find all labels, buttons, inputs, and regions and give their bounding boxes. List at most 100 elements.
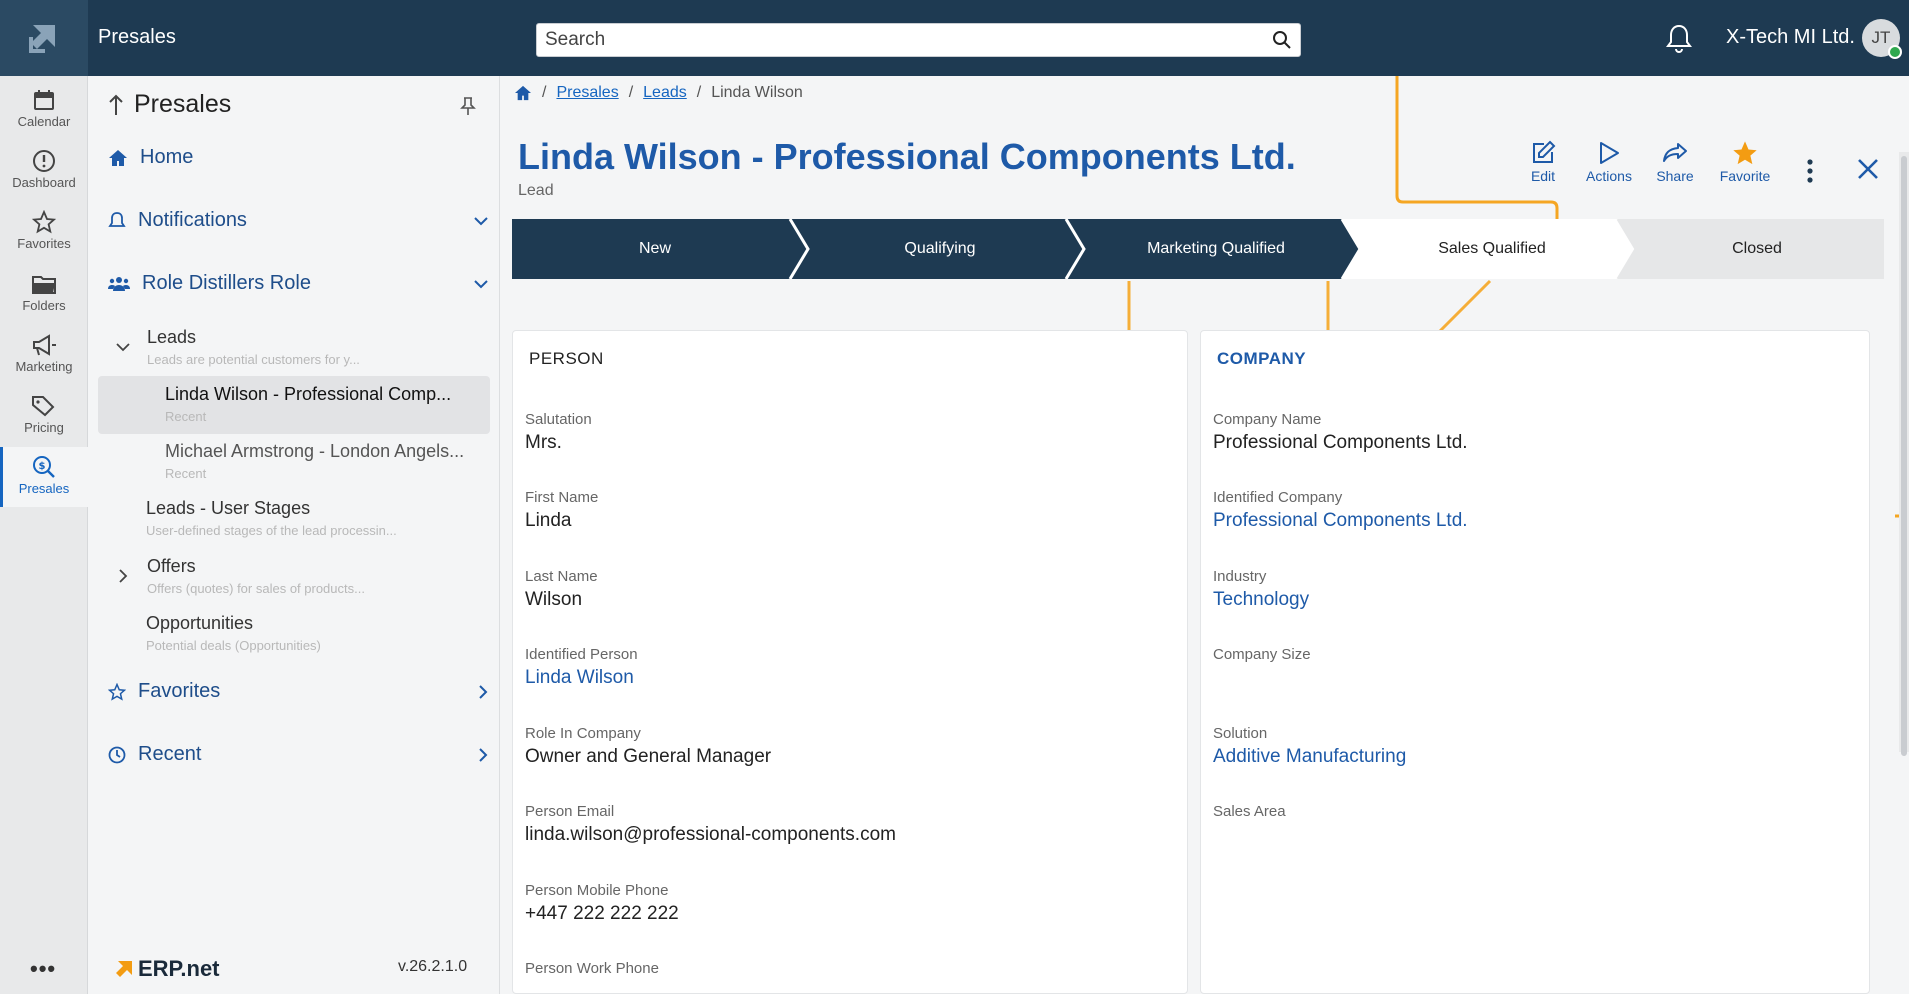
field-role-in-company[interactable]: Role In Company Owner and General Manager [525, 725, 771, 768]
main-scrollbar[interactable] [1899, 152, 1909, 756]
rail-item-marketing[interactable]: Marketing [0, 325, 88, 385]
avatar[interactable]: JT [1862, 19, 1902, 59]
brand-name: ERP.net [138, 956, 220, 981]
tree-item-user-stages[interactable]: Leads - User Stages User-defined stages … [146, 498, 446, 538]
tree-item-linda-wilson[interactable]: Linda Wilson - Professional Comp... Rece… [165, 384, 485, 424]
pin-icon[interactable] [460, 96, 476, 116]
nav-notifications-label: Notifications [138, 209, 247, 231]
tree-item-michael-armstrong[interactable]: Michael Armstrong - London Angels... Rec… [165, 441, 485, 481]
tree-item-opportunities[interactable]: Opportunities Potential deals (Opportuni… [146, 613, 446, 653]
rail-item-folders[interactable]: Folders [0, 264, 88, 324]
field-industry[interactable]: Industry Technology [1213, 568, 1309, 611]
rail-item-pricing[interactable]: Pricing [0, 386, 88, 446]
play-icon [1600, 142, 1619, 164]
chevron-down-icon[interactable] [116, 342, 130, 352]
field-person-mobile-phone[interactable]: Person Mobile Phone +447 222 222 222 [525, 882, 679, 925]
dashboard-icon [33, 150, 55, 172]
erp-logo-icon [116, 961, 132, 977]
field-identified-person[interactable]: Identified Person Linda Wilson [525, 646, 638, 689]
edit-button[interactable]: Edit [1508, 138, 1578, 184]
field-last-name[interactable]: Last Name Wilson [525, 568, 598, 611]
breadcrumb-leads[interactable]: Leads [643, 84, 687, 102]
stage-marketing-qualified[interactable]: Marketing Qualified [1078, 219, 1354, 279]
nav-panel: Presales Home Notifications Role Distill… [88, 76, 500, 994]
rail-label: Dashboard [12, 175, 76, 190]
tree-label: Leads [147, 327, 197, 347]
tree-item-offers[interactable]: Offers Offers (quotes) for sales of prod… [147, 556, 437, 596]
more-vertical-icon[interactable] [1806, 158, 1814, 184]
presales-icon: $ [33, 456, 55, 478]
field-first-name[interactable]: First Name Linda [525, 489, 598, 532]
nav-home[interactable]: Home [108, 146, 488, 169]
search-box[interactable] [536, 23, 1301, 57]
chevron-right-icon[interactable] [478, 747, 488, 762]
rail-label: Marketing [15, 359, 73, 374]
field-solution[interactable]: Solution Additive Manufacturing [1213, 725, 1406, 768]
nav-notifications[interactable]: Notifications [108, 209, 488, 232]
tree-item-leads[interactable]: Leads Leads are potential customers for … [147, 327, 437, 367]
more-icon[interactable]: ••• [30, 956, 56, 982]
chevron-right-icon[interactable] [478, 684, 488, 699]
avatar-initials: JT [1871, 28, 1891, 47]
tree-label: Opportunities [146, 613, 254, 633]
erp-logo: ERP.net [114, 956, 220, 982]
share-button[interactable]: Share [1640, 138, 1710, 184]
nav-recent-label: Recent [138, 743, 202, 765]
nav-favorites-label: Favorites [138, 680, 221, 702]
logo-icon [29, 25, 55, 53]
stage-qualifying[interactable]: Qualifying [802, 219, 1078, 279]
folder-icon [32, 276, 56, 294]
field-person-work-phone[interactable]: Person Work Phone [525, 960, 659, 981]
rail-item-dashboard[interactable]: Dashboard [0, 141, 88, 201]
nav-recent[interactable]: Recent [108, 743, 488, 766]
search-input[interactable] [537, 24, 1300, 56]
users-icon [108, 276, 130, 291]
app-logo[interactable] [0, 0, 88, 76]
tree-desc: User-defined stages of the lead processi… [146, 523, 397, 538]
home-icon [109, 149, 127, 166]
stage-new[interactable]: New [512, 219, 798, 279]
close-icon[interactable] [1857, 158, 1879, 180]
actions-button[interactable]: Actions [1574, 138, 1644, 184]
favorite-button[interactable]: Favorite [1710, 138, 1780, 184]
actions-label: Actions [1586, 168, 1632, 184]
chevron-down-icon[interactable] [474, 279, 488, 289]
up-arrow-icon[interactable] [108, 93, 124, 117]
rail-item-favorites[interactable]: Favorites [0, 202, 88, 262]
chevron-down-icon[interactable] [474, 216, 488, 226]
stage-closed[interactable]: Closed [1630, 219, 1884, 279]
field-company-name[interactable]: Company Name Professional Components Ltd. [1213, 411, 1468, 454]
svg-text:$: $ [39, 461, 46, 472]
bell-icon[interactable] [1664, 22, 1694, 54]
solution-link[interactable]: Additive Manufacturing [1213, 746, 1406, 768]
tree-desc: Recent [165, 466, 207, 481]
nav-header[interactable]: Presales [108, 90, 231, 119]
share-icon [1663, 143, 1687, 162]
field-salutation[interactable]: Salutation Mrs. [525, 411, 592, 454]
main-content: / Presales / Leads / Linda Wilson Linda … [500, 76, 1909, 994]
rail-label: Pricing [24, 420, 64, 435]
nav-favorites[interactable]: Favorites [108, 680, 488, 703]
tree-label: Michael Armstrong - London Angels... [165, 441, 465, 461]
edit-icon [1533, 140, 1556, 163]
industry-link[interactable]: Technology [1213, 589, 1309, 611]
rail-item-presales[interactable]: $ Presales [0, 447, 88, 507]
identified-person-link[interactable]: Linda Wilson [525, 667, 638, 689]
search-icon[interactable] [1272, 30, 1292, 50]
field-person-email[interactable]: Person Email linda.wilson@professional-co… [525, 803, 896, 846]
nav-role[interactable]: Role Distillers Role [108, 272, 488, 295]
scrollbar-thumb[interactable] [1901, 156, 1907, 756]
online-status-icon [1888, 45, 1902, 59]
rail-item-calendar[interactable]: Calendar [0, 80, 88, 140]
company-name[interactable]: X-Tech MI Ltd. [1726, 26, 1855, 49]
field-company-size[interactable]: Company Size [1213, 646, 1311, 667]
tree-desc: Leads are potential customers for y... [147, 352, 360, 367]
home-icon[interactable] [514, 85, 532, 101]
identified-company-link[interactable]: Professional Components Ltd. [1213, 510, 1468, 532]
field-sales-area[interactable]: Sales Area [1213, 803, 1286, 824]
field-identified-company[interactable]: Identified Company Professional Component… [1213, 489, 1468, 532]
chevron-right-icon[interactable] [118, 569, 128, 583]
breadcrumb-presales[interactable]: Presales [556, 84, 618, 102]
star-icon [32, 210, 56, 234]
stage-sales-qualified[interactable]: Sales Qualified [1354, 219, 1630, 279]
